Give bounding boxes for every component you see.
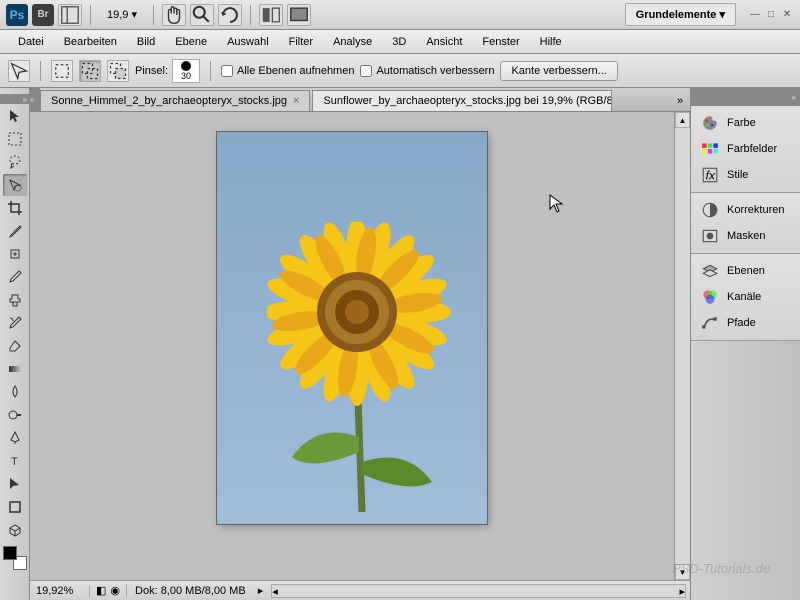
document-tab-bar: » Sonne_Himmel_2_by_archaeopteryx_stocks… (30, 88, 690, 112)
shape-tool[interactable] (3, 496, 27, 518)
arrange-dropdown[interactable] (259, 4, 283, 26)
maximize-button[interactable]: □ (764, 8, 778, 22)
toolbox: » T (0, 88, 30, 600)
menu-3d[interactable]: 3D (382, 32, 416, 52)
refine-edge-button[interactable]: Kante verbessern... (500, 61, 617, 81)
panel-korrekturen[interactable]: Korrekturen (691, 197, 800, 223)
move-tool[interactable] (3, 105, 27, 127)
vertical-scrollbar[interactable]: ▲ ▼ (674, 112, 690, 580)
masks-icon (701, 228, 719, 244)
menu-bearbeiten[interactable]: Bearbeiten (54, 32, 127, 52)
status-zoom[interactable]: 19,92% (30, 585, 90, 597)
document-image[interactable] (217, 132, 487, 524)
zoom-display[interactable]: 19,9 ▾ (99, 6, 145, 23)
photoshop-logo[interactable]: Ps (6, 4, 28, 26)
minimize-button[interactable]: — (748, 8, 762, 22)
rotate-view-icon[interactable] (218, 4, 242, 26)
canvas-viewport[interactable] (30, 112, 674, 580)
channels-icon (701, 289, 719, 305)
panel-farbe[interactable]: Farbe (691, 110, 800, 136)
crop-tool[interactable] (3, 197, 27, 219)
auto-enhance-checkbox[interactable]: Automatisch verbessern (360, 65, 494, 77)
layout-dropdown[interactable] (58, 4, 82, 26)
adjustments-icon (701, 202, 719, 218)
panel-ebenen[interactable]: Ebenen (691, 258, 800, 284)
add-selection-mode[interactable] (79, 60, 101, 82)
workspace-switcher[interactable]: Grundelemente ▾ (625, 3, 736, 26)
3d-tool[interactable] (3, 519, 27, 541)
app-topbar: Ps Br 19,9 ▾ Grundelemente ▾ — □ ✕ (0, 0, 800, 30)
watermark: PSD-Tutorials.de (672, 561, 770, 576)
panel-farbfelder[interactable]: Farbfelder (691, 136, 800, 162)
menu-analyse[interactable]: Analyse (323, 32, 382, 52)
eraser-tool[interactable] (3, 335, 27, 357)
pen-tool[interactable] (3, 427, 27, 449)
tab-overflow-button[interactable]: » (670, 91, 690, 111)
layers-icon (701, 263, 719, 279)
screen-mode-dropdown[interactable] (287, 4, 311, 26)
right-panel-dock: « Farbe Farbfelder fx Stile Korrekturen (690, 88, 800, 600)
lasso-tool[interactable] (3, 151, 27, 173)
close-button[interactable]: ✕ (780, 8, 794, 22)
zoom-tool-icon[interactable] (190, 4, 214, 26)
hand-tool-icon[interactable] (162, 4, 186, 26)
menu-fenster[interactable]: Fenster (472, 32, 529, 52)
status-doc-info[interactable]: Dok: 8,00 MB/8,00 MB (127, 585, 254, 597)
swatches-icon (701, 141, 719, 157)
eyedropper-tool[interactable] (3, 220, 27, 242)
menu-ansicht[interactable]: Ansicht (416, 32, 472, 52)
clone-stamp-tool[interactable] (3, 289, 27, 311)
svg-text:fx: fx (706, 169, 716, 183)
horizontal-scrollbar[interactable]: ◂▸ (271, 584, 686, 598)
menu-ebene[interactable]: Ebene (165, 32, 217, 52)
menu-filter[interactable]: Filter (279, 32, 323, 52)
status-icon[interactable]: ◉ (110, 584, 120, 597)
healing-brush-tool[interactable] (3, 243, 27, 265)
current-tool-preset[interactable] (8, 60, 30, 82)
document-tab[interactable]: Sonne_Himmel_2_by_archaeopteryx_stocks.j… (40, 90, 310, 111)
options-bar: Pinsel: 30 Alle Ebenen aufnehmen Automat… (0, 54, 800, 88)
paths-icon (701, 315, 719, 331)
brush-preset-picker[interactable]: 30 (172, 59, 200, 83)
panel-pfade[interactable]: Pfade (691, 310, 800, 336)
menu-bar: Datei Bearbeiten Bild Ebene Auswahl Filt… (0, 30, 800, 54)
panel-masken[interactable]: Masken (691, 223, 800, 249)
brush-tool[interactable] (3, 266, 27, 288)
menu-datei[interactable]: Datei (8, 32, 54, 52)
dodge-tool[interactable] (3, 404, 27, 426)
subtract-selection-mode[interactable] (107, 60, 129, 82)
history-brush-tool[interactable] (3, 312, 27, 334)
new-selection-mode[interactable] (51, 60, 73, 82)
sample-all-layers-checkbox[interactable]: Alle Ebenen aufnehmen (221, 65, 354, 77)
panel-kanaele[interactable]: Kanäle (691, 284, 800, 310)
color-swatches[interactable] (3, 546, 27, 570)
path-selection-tool[interactable] (3, 473, 27, 495)
menu-bild[interactable]: Bild (127, 32, 165, 52)
document-tab[interactable]: Sunflower_by_archaeopteryx_stocks.jpg be… (312, 90, 612, 111)
gradient-tool[interactable] (3, 358, 27, 380)
styles-icon: fx (701, 167, 719, 183)
quick-selection-tool[interactable] (3, 174, 27, 196)
status-bar: 19,92% ◧ ◉ Dok: 8,00 MB/8,00 MB ▸ ◂▸ (30, 580, 690, 600)
panel-stile[interactable]: fx Stile (691, 162, 800, 188)
palette-icon (701, 115, 719, 131)
type-tool[interactable]: T (3, 450, 27, 472)
svg-text:T: T (11, 456, 18, 468)
status-icon[interactable]: ◧ (96, 584, 106, 597)
brush-label: Pinsel: (135, 65, 168, 77)
menu-auswahl[interactable]: Auswahl (217, 32, 279, 52)
menu-hilfe[interactable]: Hilfe (530, 32, 572, 52)
bridge-logo[interactable]: Br (32, 4, 54, 26)
tab-close-icon[interactable]: × (293, 95, 299, 107)
marquee-tool[interactable] (3, 128, 27, 150)
blur-tool[interactable] (3, 381, 27, 403)
